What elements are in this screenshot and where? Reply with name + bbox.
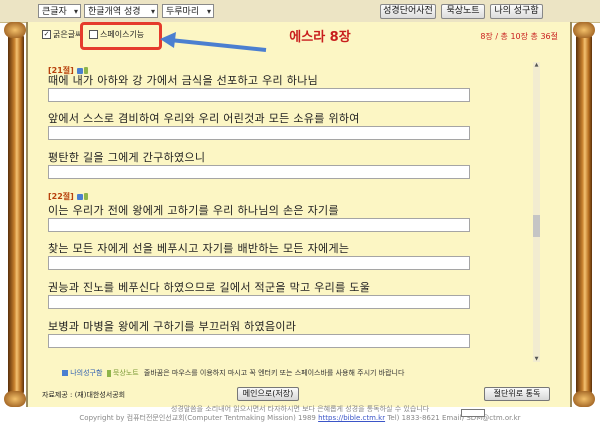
bold-label: 굵은글씨 <box>53 30 83 39</box>
scroll-thumb[interactable] <box>533 215 540 237</box>
contact-text: Tel) 1833-8621 Email) SDM@ctm.or.kr <box>387 414 521 422</box>
footer: 성경말씀을 소리내어 읽으시면서 타자하시면 보다 은혜롭게 성경을 통독하실 … <box>0 405 600 423</box>
verse-line: 앞에서 스스로 겸비하여 우리와 우리 어린것과 모든 소유를 위하여 <box>48 112 360 125</box>
typing-input[interactable] <box>48 126 470 140</box>
chapter-title: 에스라 8장 <box>289 30 351 45</box>
source-credit: 자료제공 : (재)대한성서공회 <box>42 391 126 399</box>
typing-input[interactable] <box>48 334 470 348</box>
page-info: 8장 / 총 10장 총 36절 <box>480 32 558 41</box>
verse-line: 보병과 마병을 왕에게 구하기를 부끄러워 하였음이라 <box>48 320 297 333</box>
legend-my-label: 나의성구함 <box>70 369 103 377</box>
chevron-down-icon: ▾ <box>73 7 78 16</box>
top-toolbar: 큰글자 ▾ 한글개역 성경 ▾ 두루마리 ▾ 성경단어사전 묵상노트 나의 성구함 <box>0 0 600 23</box>
my-bible-verses-button[interactable]: 나의 성구함 <box>490 4 543 19</box>
chevron-down-icon: ▾ <box>206 7 211 16</box>
verse-line: 이는 우리가 전에 왕에게 고하기를 우리 하나님의 손은 자기를 <box>48 204 339 217</box>
copyright-text: Copyright by 컴퓨터전문인선교회(Computer Tentmaki… <box>79 414 316 422</box>
verse-line: 찾는 모든 자에게 선을 베푸시고 자기를 배반하는 모든 자에게는 <box>48 242 350 255</box>
verse-line: 때에 내가 아하와 강 가에서 금식을 선포하고 우리 하나님 <box>48 74 319 87</box>
footer-line2: Copyright by 컴퓨터전문인선교회(Computer Tentmaki… <box>0 414 600 423</box>
left-scroll-roller <box>8 32 24 397</box>
bold-checkbox[interactable]: ✓ <box>42 30 51 39</box>
chevron-down-icon: ▾ <box>150 7 155 16</box>
legend-row: 나의성구함 묵상노트 줄바꿈은 마우스를 이용하지 마시고 꼭 엔터키 또는 스… <box>62 368 404 378</box>
typing-input[interactable] <box>48 88 470 102</box>
right-scroll-roller <box>576 32 592 397</box>
website-link[interactable]: https://bible.ctm.kr <box>318 414 385 422</box>
verse-line: 평탄한 길을 그에게 간구하였으니 <box>48 151 206 164</box>
footer-line1: 성경말씀을 소리내어 읽으시면서 타자하시면 보다 은혜롭게 성경을 통독하실 … <box>170 405 430 413</box>
meditation-note-button[interactable]: 묵상노트 <box>441 4 485 19</box>
verse-reading-button[interactable]: 절단위로 통독 <box>484 387 550 401</box>
verse-number: [22절] <box>48 191 88 202</box>
dictionary-button[interactable]: 성경단어사전 <box>380 4 436 19</box>
meditation-icon <box>106 369 111 377</box>
my-bible-icon[interactable] <box>76 193 83 200</box>
typing-input[interactable] <box>48 218 470 232</box>
typing-input[interactable] <box>48 165 470 179</box>
layout-select-value: 두루마리 <box>166 7 200 17</box>
legend-med-label: 묵상노트 <box>112 369 139 377</box>
footer-counter-box <box>461 409 485 417</box>
bible-version-select-value: 한글개역 성경 <box>88 7 141 17</box>
layout-select[interactable]: 두루마리 ▾ <box>162 4 214 18</box>
scroll-down-icon[interactable]: ▼ <box>533 356 540 362</box>
verse-line: 권능과 진노를 베푸신다 하였으므로 길에서 적군을 막고 우리를 도울 <box>48 281 371 294</box>
legend-hint: 줄바꿈은 마우스를 이용하지 마시고 꼭 엔터키 또는 스페이스바를 사용해 주… <box>143 369 405 377</box>
content-scrollbar[interactable]: ▲ ▼ <box>533 62 540 362</box>
verse-number-label: [22절] <box>48 192 74 201</box>
typing-input[interactable] <box>48 295 470 309</box>
meditation-icon[interactable] <box>83 193 88 200</box>
scroll-panel: ✓ 굵은글씨 스페이스기능 에스라 8장 8장 / 총 10장 총 36절 [21… <box>0 22 600 407</box>
left-roller-top-knob <box>4 22 26 38</box>
main-save-button[interactable]: 메인으로(저장) <box>237 387 299 401</box>
highlight-box <box>80 22 162 50</box>
my-bible-icon <box>62 370 68 376</box>
typing-input[interactable] <box>48 256 470 270</box>
scroll-up-icon[interactable]: ▲ <box>533 62 540 68</box>
right-roller-top-knob <box>573 22 595 38</box>
bible-version-select[interactable]: 한글개역 성경 ▾ <box>84 4 158 18</box>
font-size-select[interactable]: 큰글자 ▾ <box>38 4 81 18</box>
bottom-bar: 자료제공 : (재)대한성서공회 메인으로(저장) 절단위로 통독 <box>26 387 572 402</box>
font-size-select-value: 큰글자 <box>42 7 67 17</box>
